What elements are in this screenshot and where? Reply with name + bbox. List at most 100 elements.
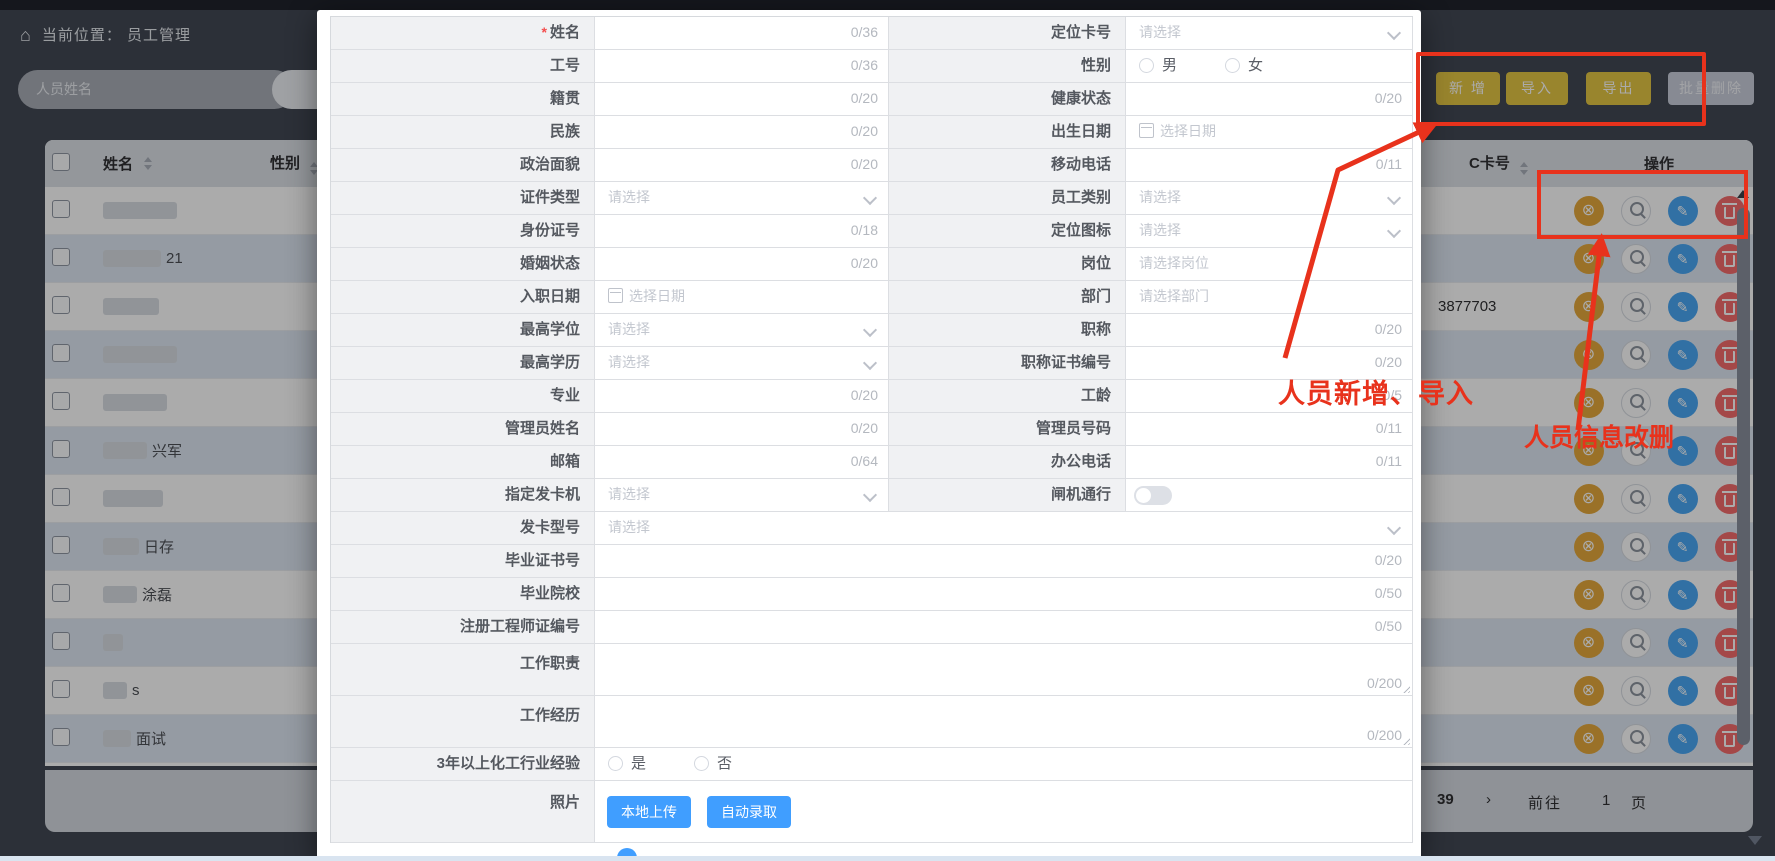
text-input[interactable]: 请选择部门 [1126,281,1413,314]
toggle-knob [1136,488,1151,503]
radio-option[interactable]: 女 [1225,50,1263,81]
chevron-down-icon [1387,191,1401,205]
auto-capture-button[interactable]: 自动录取 [707,796,791,828]
text-input[interactable]: 请选择岗位 [1126,248,1413,281]
date-field[interactable]: 选择日期 [595,281,889,314]
date-placeholder: 选择日期 [1160,123,1216,139]
annotation-box-toolbar [1416,52,1706,126]
form-row: 照片 本地上传自动录取 [331,781,1413,843]
form-label-text: 婚姻状态 [520,255,580,272]
text-input[interactable]: 0/50 [595,578,1413,611]
chevron-down-icon [1387,26,1401,40]
text-input[interactable]: 0/11 [1126,446,1413,479]
form-label: 岗位 [889,248,1126,281]
text-input[interactable]: 0/36 [595,17,889,50]
form-label: 工作经历 [331,696,595,748]
window-bottom-strip [0,856,1775,861]
text-input[interactable]: 0/20 [595,149,889,182]
radio-label: 女 [1248,50,1263,81]
form-row: 发卡型号请选择 [331,512,1413,545]
form-row: 工作经历0/200 [331,696,1413,748]
select-field[interactable]: 请选择 [595,314,889,347]
form-row: 专业0/20工龄0/5 [331,380,1413,413]
text-input[interactable]: 0/11 [1126,413,1413,446]
select-field[interactable]: 请选择 [595,512,1413,545]
text-input[interactable]: 0/20 [595,248,889,281]
form-label: 照片 [331,781,595,843]
form-label-text: 毕业证书号 [505,552,580,569]
char-counter: 0/11 [1376,413,1402,444]
select-placeholder: 请选择 [1126,189,1181,205]
char-counter: 0/200 [1367,676,1402,690]
form-row: 管理员姓名0/20管理员号码0/11 [331,413,1413,446]
textarea-field[interactable]: 0/200 [595,696,1413,748]
form-row: 籍贯0/20健康状态0/20 [331,83,1413,116]
date-placeholder: 选择日期 [629,288,685,304]
form-label-text: 3年以上化工行业经验 [437,755,580,772]
text-input[interactable]: 0/64 [595,446,889,479]
select-field[interactable]: 请选择 [595,347,889,380]
form-row: 工作职责 0/200 [331,644,1413,696]
form-label: 闸机通行 [889,479,1126,512]
select-field[interactable]: 请选择 [595,479,889,512]
form-label-text: 员工类别 [1051,189,1111,206]
text-input[interactable]: 0/36 [595,50,889,83]
radio-circle-icon [1139,58,1154,73]
form-label-text: 移动电话 [1051,156,1111,173]
form-label: 婚姻状态 [331,248,595,281]
form-label-text: 毕业院校 [520,585,580,602]
form-label-text: 定位图标 [1051,222,1111,239]
char-counter: 0/11 [1376,149,1402,180]
char-counter: 0/20 [851,116,878,147]
form-row: 毕业院校 0/50 [331,578,1413,611]
form-label: 发卡型号 [331,512,595,545]
select-field[interactable]: 请选择 [1126,182,1413,215]
text-input[interactable]: 0/20 [595,116,889,149]
char-counter: 0/20 [851,149,878,180]
date-field[interactable]: 选择日期 [1126,116,1413,149]
textarea-field[interactable]: 0/200 [595,644,1413,696]
form-label: 民族 [331,116,595,149]
radio-option[interactable]: 是 [608,748,646,779]
form-label-text: 身份证号 [520,222,580,239]
text-input[interactable]: 0/20 [595,83,889,116]
char-counter: 0/20 [1375,545,1402,576]
toggle-switch[interactable] [1134,486,1172,505]
form-label: 工作职责 [331,644,595,696]
text-input[interactable]: 0/11 [1126,149,1413,182]
form-row: 证件类型请选择员工类别请选择 [331,182,1413,215]
select-placeholder: 请选择 [595,486,650,502]
form-row: 民族 0/20 出生日期 选择日期 [331,116,1413,149]
employee-form: *姓名0/36定位卡号请选择工号0/36性别男女籍贯0/20健康状态0/20民族… [330,16,1413,843]
chevron-down-icon [1387,224,1401,238]
chevron-down-icon [863,191,877,205]
text-input[interactable]: 0/20 [1126,83,1413,116]
select-field[interactable]: 请选择 [595,182,889,215]
text-input[interactable]: 0/18 [595,215,889,248]
form-label: 出生日期 [889,116,1126,149]
radio-circle-icon [694,756,709,771]
radio-option[interactable]: 男 [1139,50,1177,81]
chevron-down-icon [863,323,877,337]
text-input[interactable]: 0/20 [595,545,1413,578]
text-input[interactable]: 0/20 [595,380,889,413]
text-input[interactable]: 0/20 [1126,314,1413,347]
form-label: 职称 [889,314,1126,347]
radio-option[interactable]: 否 [694,748,732,779]
text-input[interactable]: 0/50 [595,611,1413,644]
char-counter: 0/20 [851,248,878,279]
select-field[interactable]: 请选择 [1126,17,1413,50]
char-counter: 0/50 [1375,578,1402,609]
form-label: 最高学历 [331,347,595,380]
form-label: 毕业院校 [331,578,595,611]
select-field[interactable]: 请选择 [1126,215,1413,248]
form-label-text: 照片 [550,794,580,811]
form-label-text: 健康状态 [1051,90,1111,107]
char-counter: 0/64 [851,446,878,477]
calendar-icon [608,288,623,303]
input-placeholder: 请选择岗位 [1126,255,1209,271]
form-label-text: 管理员姓名 [505,420,580,437]
form-row: 指定发卡机请选择闸机通行 [331,479,1413,512]
upload-local-button[interactable]: 本地上传 [607,796,691,828]
text-input[interactable]: 0/20 [595,413,889,446]
